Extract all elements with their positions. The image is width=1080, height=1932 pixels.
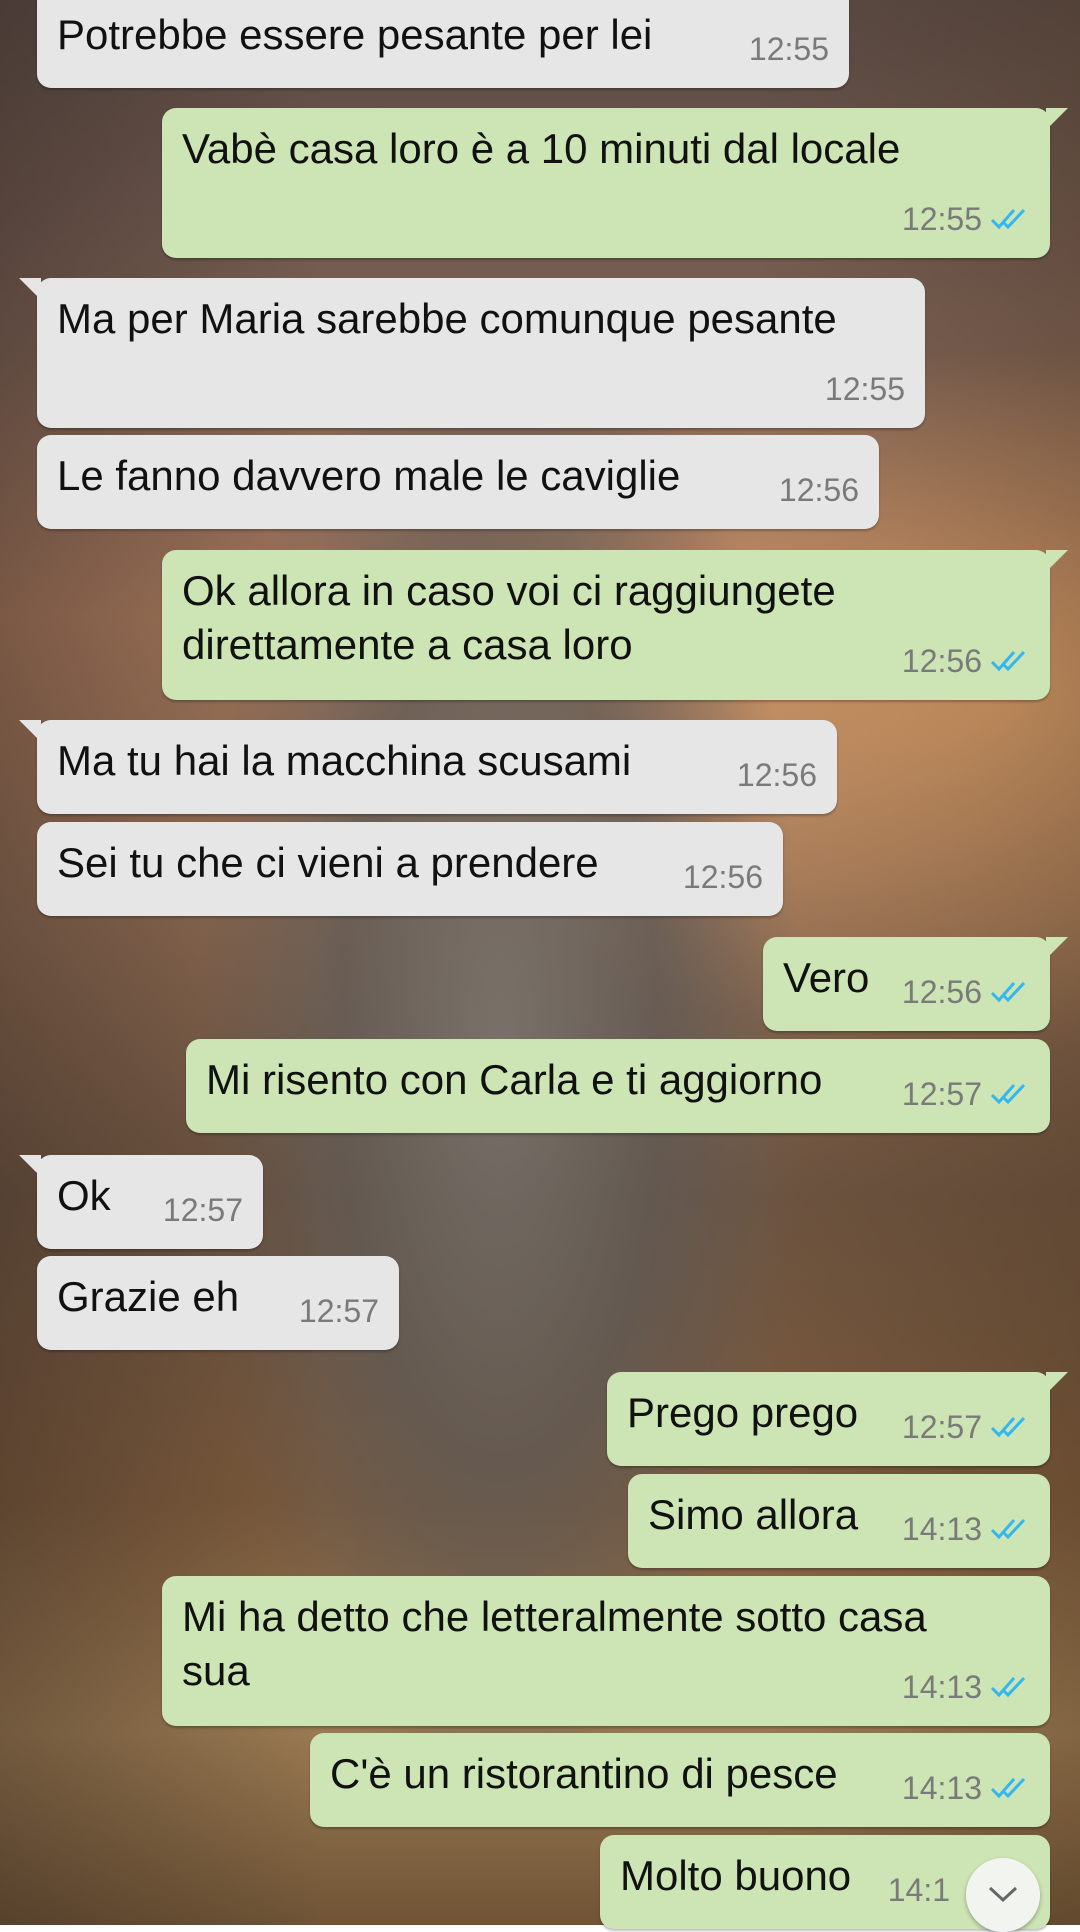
message-bubble[interactable]: Vabè casa loro è a 10 minuti dal locale … <box>162 108 1068 258</box>
message-meta: 12:56 <box>902 634 1030 688</box>
message-time: 12:57 <box>901 1409 982 1445</box>
message-time: 12:55 <box>824 371 905 407</box>
message-meta: 12:56 <box>902 965 1030 1019</box>
message-bubble[interactable]: Grazie eh 12:57 <box>37 1256 399 1350</box>
message-bubble[interactable]: Potrebbe essere pesante per lei 12:55 <box>37 0 849 88</box>
message-text: C'è un ristorantino di pesce <box>330 1750 838 1797</box>
message-text: Simo allora <box>648 1491 859 1538</box>
message-meta: 12:55 <box>825 362 905 416</box>
message-meta: 12:57 <box>299 1284 379 1338</box>
message-meta: 12:57 <box>163 1183 243 1237</box>
chevron-down-icon <box>988 1886 1018 1903</box>
message-text: Sei tu che ci vieni a prendere <box>57 839 599 886</box>
read-ticks-icon <box>990 1676 1026 1698</box>
message-meta: 12:57 <box>902 1400 1030 1454</box>
scroll-to-bottom-button[interactable] <box>966 1858 1040 1932</box>
message-time: 12:56 <box>736 757 817 793</box>
message-text: Grazie eh <box>57 1273 240 1320</box>
read-ticks-icon <box>990 650 1026 672</box>
message-bubble[interactable]: Ma tu hai la macchina scusami 12:56 <box>19 720 837 814</box>
message-time: 12:56 <box>901 643 982 679</box>
message-time: 12:57 <box>162 1192 243 1228</box>
message-bubble[interactable]: C'è un ristorantino di pesce 14:13 <box>310 1733 1050 1827</box>
message-time: 14:1 <box>887 1872 950 1908</box>
message-meta: 12:56 <box>779 463 859 517</box>
message-bubble[interactable]: Ok 12:57 <box>19 1155 263 1249</box>
message-text: Ma tu hai la macchina scusami <box>57 737 632 784</box>
message-time: 14:13 <box>901 1669 982 1705</box>
message-meta: 14:13 <box>902 1660 1030 1714</box>
message-text: Le fanno davvero male le caviglie <box>57 452 681 499</box>
read-ticks-icon <box>990 1518 1026 1540</box>
message-text: Mi ha detto che letteralmente sotto casa… <box>182 1593 927 1694</box>
message-text: Prego prego <box>627 1389 859 1436</box>
read-ticks-icon <box>990 208 1026 230</box>
message-bubble[interactable]: Prego prego 12:57 <box>607 1372 1068 1466</box>
message-text: Ok <box>57 1172 111 1219</box>
message-text: Mi risento con Carla e ti aggiorno <box>206 1056 823 1103</box>
message-bubble[interactable]: Le fanno davvero male le caviglie 12:56 <box>37 435 879 529</box>
read-ticks-icon <box>990 1416 1026 1438</box>
message-bubble[interactable]: Mi ha detto che letteralmente sotto casa… <box>162 1576 1050 1726</box>
message-text: Vero <box>783 954 870 1001</box>
read-ticks-icon <box>990 1083 1026 1105</box>
message-time: 14:13 <box>901 1770 982 1806</box>
message-list[interactable]: Potrebbe essere pesante per lei 12:55 Va… <box>0 0 1080 1932</box>
message-meta: 14:1 <box>888 1863 950 1917</box>
message-text: Ma per Maria sarebbe comunque pesante <box>57 295 837 342</box>
message-meta: 12:56 <box>683 850 763 904</box>
message-text: Vabè casa loro è a 10 minuti dal locale <box>182 125 901 172</box>
message-bubble[interactable]: Simo allora 14:13 <box>628 1474 1050 1568</box>
message-bubble[interactable]: Ma per Maria sarebbe comunque pesante 12… <box>19 278 925 428</box>
message-time: 12:56 <box>682 859 763 895</box>
message-bubble[interactable]: Mi risento con Carla e ti aggiorno 12:57 <box>186 1039 1050 1133</box>
message-time: 14:13 <box>901 1511 982 1547</box>
message-time: 12:57 <box>298 1293 379 1329</box>
read-ticks-icon <box>990 981 1026 1003</box>
message-meta: 12:55 <box>902 192 1030 246</box>
message-meta: 14:13 <box>902 1761 1030 1815</box>
message-time: 12:56 <box>778 472 859 508</box>
message-meta: 12:57 <box>902 1067 1030 1121</box>
message-meta: 14:13 <box>902 1502 1030 1556</box>
message-text: Potrebbe essere pesante per lei <box>57 11 653 58</box>
message-meta: 12:56 <box>737 748 817 802</box>
message-text: Molto buono <box>620 1852 852 1899</box>
message-text: Ok allora in caso voi ci raggiungete dir… <box>182 567 836 668</box>
message-meta: 12:55 <box>749 22 829 76</box>
message-time: 12:55 <box>748 31 829 67</box>
message-bubble[interactable]: Vero 12:56 <box>763 937 1068 1031</box>
message-time: 12:56 <box>901 974 982 1010</box>
message-time: 12:55 <box>901 201 982 237</box>
message-time: 12:57 <box>901 1076 982 1112</box>
message-bubble[interactable]: Ok allora in caso voi ci raggiungete dir… <box>162 550 1068 700</box>
message-bubble[interactable]: Sei tu che ci vieni a prendere 12:56 <box>37 822 783 916</box>
read-ticks-icon <box>990 1777 1026 1799</box>
